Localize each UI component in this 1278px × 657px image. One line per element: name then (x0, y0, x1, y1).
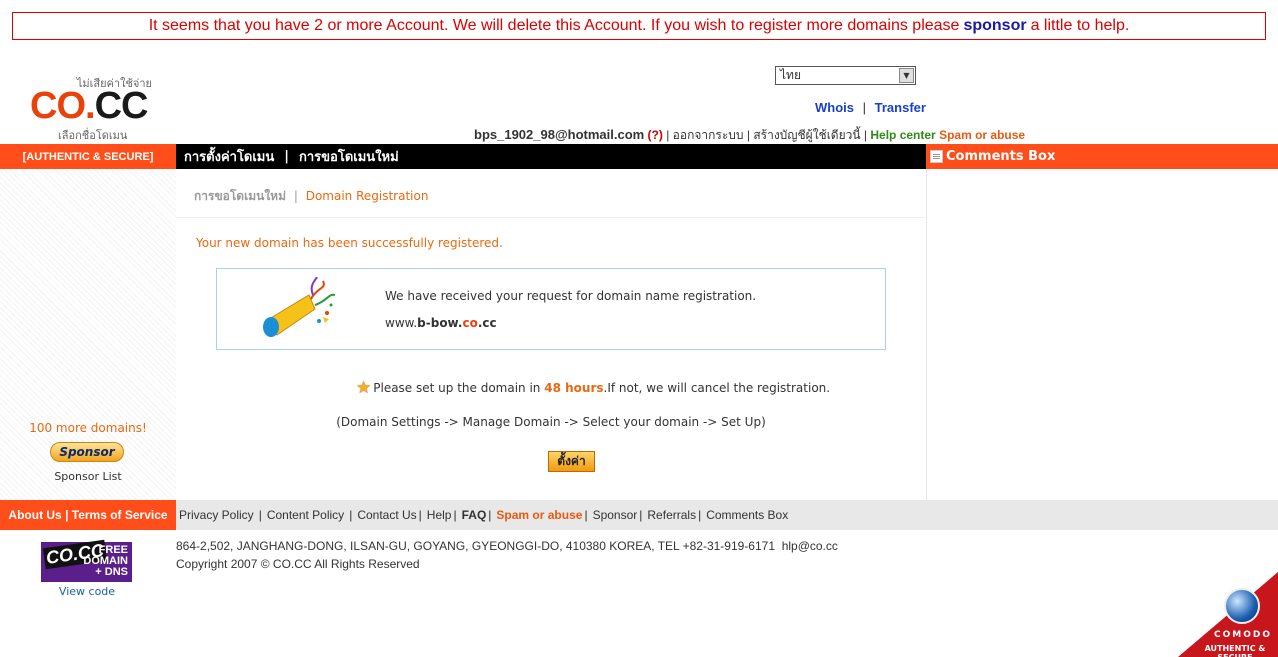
view-code-link[interactable]: View code (41, 585, 133, 598)
notice-text: Please set up the domain in (373, 381, 541, 395)
registered-domain: www.b-bow.co.cc (385, 316, 497, 330)
content-divider (176, 217, 926, 218)
top-links: Whois | Transfer (815, 100, 926, 115)
new-account-link[interactable]: สร้างบัญชีผู้ใช้เดียวนี้ (753, 128, 860, 142)
nav-separator: | (284, 149, 290, 164)
sponsor-list-link[interactable]: Sponsor List (0, 470, 176, 483)
language-select-value: ไทย (780, 68, 801, 82)
notice-hours: 48 hours (544, 381, 604, 395)
free-domain-badge[interactable]: CO.CC FREE DOMAIN + DNS (41, 539, 132, 582)
transfer-link[interactable]: Transfer (875, 100, 926, 115)
whois-link[interactable]: Whois (815, 100, 854, 115)
breadcrumb: การขอโดเมนใหม่ | Domain Registration (194, 187, 428, 206)
warning-text-before: It seems that you have 2 or more Account… (148, 17, 960, 34)
footer-nav: About Us | Terms of Service Privacy Poli… (0, 500, 1278, 530)
top-links-separator: | (862, 100, 867, 115)
main-nav: [AUTHENTIC & SECURE] การตั้งค่าโดเมน | ก… (0, 144, 1278, 169)
comments-box-header[interactable]: Comments Box (926, 144, 1278, 169)
user-bar: bps_1902_98@hotmail.com (?) | ออกจากระบบ… (474, 127, 1026, 142)
help-center-link[interactable]: Help center (870, 128, 935, 142)
left-sidebar: 100 more domains! Sponsor Sponsor List (0, 169, 176, 500)
language-select[interactable]: ไทย ▼ (775, 66, 916, 85)
user-email: bps_1902_98@hotmail.com (474, 127, 645, 142)
footer-privacy-link[interactable]: Privacy Policy (179, 508, 254, 522)
setup-button[interactable]: ตั้งค่า (548, 451, 595, 472)
setup-steps: (Domain Settings -> Manage Domain -> Sel… (336, 415, 766, 429)
star-icon: ★ (356, 378, 372, 398)
comodo-brand: COMODO (1214, 630, 1272, 640)
received-message: We have received your request for domain… (385, 289, 757, 303)
contact-email[interactable]: hlp@co.cc (782, 539, 838, 553)
sponsor-button[interactable]: Sponsor (50, 442, 124, 462)
more-domains-text: 100 more domains! (29, 421, 147, 435)
footer-comments-link[interactable]: Comments Box (706, 508, 788, 522)
logo-wordmark: CO.CC (30, 85, 148, 127)
footer-spam-link[interactable]: Spam or abuse (496, 508, 582, 522)
comments-box-panel (926, 169, 927, 500)
breadcrumb-parent[interactable]: การขอโดเมนใหม่ (194, 189, 286, 203)
nav-domain-settings[interactable]: การตั้งค่าโดเมน (184, 146, 274, 167)
footer-referrals-link[interactable]: Referrals (647, 508, 696, 522)
breadcrumb-current: Domain Registration (305, 189, 429, 203)
main-content: การขอโดเมนใหม่ | Domain Registration You… (176, 169, 926, 500)
footer-contact-link[interactable]: Contact Us (357, 508, 416, 522)
copyright: Copyright 2007 © CO.CC All Rights Reserv… (176, 557, 420, 571)
party-popper-icon (263, 277, 336, 337)
about-terms-links[interactable]: About Us | Terms of Service (0, 500, 176, 530)
footer-links: Privacy Policy | Content Policy | Contact … (179, 508, 789, 522)
footer-sponsor-link[interactable]: Sponsor (593, 508, 638, 522)
comodo-tagline: AUTHENTIC & SECURE (1204, 644, 1266, 657)
globe-icon (1224, 588, 1260, 624)
notepad-icon (930, 150, 943, 163)
footer-content-link[interactable]: Content Policy (267, 508, 344, 522)
footer-help-link[interactable]: Help (427, 508, 452, 522)
sponsor-link[interactable]: sponsor (963, 17, 1026, 35)
company-address: 864-2,502, JANGHANG-DONG, ILSAN-GU, GOYA… (176, 539, 838, 553)
comments-box-title: Comments Box (946, 149, 1056, 164)
registration-info-box: We have received your request for domain… (216, 268, 886, 350)
nav-new-domain[interactable]: การขอโดเมนใหม่ (299, 146, 399, 167)
chevron-down-icon[interactable]: ▼ (899, 68, 914, 83)
spam-abuse-link[interactable]: Spam or abuse (939, 128, 1025, 142)
breadcrumb-separator: | (293, 189, 298, 203)
badge-text: FREE DOMAIN + DNS (83, 544, 128, 578)
account-warning-banner: It seems that you have 2 or more Account… (12, 12, 1266, 40)
notice-text-after: .If not, we will cancel the registration… (603, 381, 831, 395)
question-link[interactable]: (?) (648, 128, 663, 142)
logout-link[interactable]: ออกจากระบบ (673, 128, 744, 142)
comodo-seal[interactable]: COMODO AUTHENTIC & SECURE (1178, 572, 1278, 657)
nav-menu: การตั้งค่าโดเมน | การขอโดเมนใหม่ (176, 144, 926, 169)
coco-logo[interactable]: ไม่เสียค่าใช้จ่าย CO.CC เลือกชื่อโดเมน (30, 74, 160, 142)
warning-text-after: a little to help. (1030, 17, 1130, 34)
setup-notice: ★ Please set up the domain in 48 hours .I… (356, 378, 830, 398)
authentic-secure-label: [AUTHENTIC & SECURE] (0, 144, 176, 169)
success-message: Your new domain has been successfully re… (196, 236, 503, 250)
footer-faq-link[interactable]: FAQ (462, 508, 487, 522)
logo-tagline-bottom: เลือกชื่อโดเมน (58, 129, 128, 142)
